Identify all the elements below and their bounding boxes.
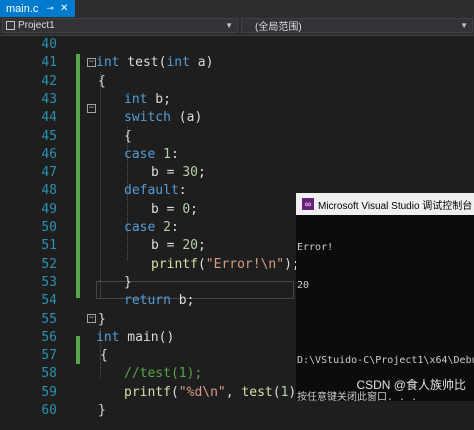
code-line-47: b = 30; [151, 165, 206, 181]
code-line-43: int b; [124, 91, 171, 107]
line-number: 60 [41, 403, 57, 418]
debug-console-window[interactable]: ∞ Microsoft Visual Studio 调试控制台 Error! 2… [296, 193, 474, 403]
code-line-53: } [124, 274, 132, 290]
close-icon[interactable]: ✕ [60, 3, 68, 14]
line-number: 56 [41, 329, 57, 345]
tab-main-c[interactable]: main.c ⊸ ✕ [0, 0, 75, 17]
line-number: 42 [41, 73, 57, 89]
scope-label: (全局范围) [255, 22, 302, 33]
project-icon [6, 21, 15, 30]
code-line-45: { [124, 128, 132, 144]
tab-title: main.c [6, 2, 39, 15]
code-line-60: } [98, 403, 106, 418]
line-number: 44 [41, 110, 57, 126]
collapse-icon[interactable]: − [87, 314, 96, 323]
code-line-42: { [98, 73, 106, 89]
chevron-down-icon: ▼ [460, 21, 468, 30]
line-number: 50 [41, 220, 57, 235]
line-number: 51 [41, 238, 57, 254]
line-number: 52 [41, 256, 57, 272]
code-line-48: default: [124, 183, 187, 199]
line-number: 41 [41, 55, 57, 71]
line-number: 40 [41, 37, 57, 52]
project-dropdown[interactable]: Project1 ▼ [2, 18, 238, 33]
line-number: 58 [41, 366, 57, 382]
watermark: CSDN @食人族帅比 [356, 378, 466, 392]
code-line-56: int main() [96, 329, 175, 345]
code-line-50: case 2: [124, 220, 179, 235]
console-output: Error! 20 D:\VStuido-C\Project1\x64\Debu… [296, 217, 474, 430]
project-label: Project1 [18, 20, 55, 31]
collapse-icon[interactable]: − [87, 58, 96, 67]
line-number: 48 [41, 183, 57, 199]
console-line: Error! [297, 242, 334, 253]
line-number: 54 [41, 293, 57, 309]
tab-bar: main.c ⊸ ✕ [0, 0, 474, 17]
code-line-54: return b; [124, 293, 195, 309]
line-number: 59 [41, 384, 57, 400]
change-indicator [76, 336, 80, 364]
pin-icon[interactable]: ⊸ [46, 3, 54, 14]
code-line-51: b = 20; [151, 238, 206, 254]
code-line-55: } [98, 311, 106, 327]
code-line-41: int test(int a) [96, 55, 214, 71]
code-line-57: { [100, 348, 108, 364]
change-indicator [76, 54, 80, 298]
line-number: 49 [41, 201, 57, 217]
line-number: 55 [41, 311, 57, 327]
code-line-49: b = 0; [151, 201, 198, 217]
console-title: Microsoft Visual Studio 调试控制台 [318, 200, 473, 212]
line-number: 45 [41, 128, 57, 144]
console-line: 按任意键关闭此窗口. . . [297, 392, 418, 403]
code-line-46: case 1: [124, 146, 179, 162]
navigation-bar: Project1 ▼ (全局范围) ▼ [0, 17, 474, 36]
code-line-59: printf("%d\n", test(1)); [124, 384, 312, 400]
console-line: 20 [297, 279, 310, 291]
visual-studio-icon: ∞ [302, 198, 314, 210]
line-number: 43 [41, 91, 57, 107]
line-number: 53 [41, 274, 57, 290]
line-number: 46 [41, 146, 57, 162]
code-line-52: printf("Error!\n"); [151, 256, 300, 272]
code-line-58: //test(1); [124, 366, 203, 382]
line-number: 47 [41, 165, 57, 181]
console-line: D:\VStuido-C\Project1\x64\Debug\P [297, 354, 474, 366]
indent-guide [100, 72, 101, 297]
scope-dropdown[interactable]: (全局范围) ▼ [241, 18, 473, 33]
line-number: 57 [41, 348, 57, 364]
chevron-down-icon: ▼ [225, 21, 233, 30]
collapse-icon[interactable]: − [87, 104, 96, 113]
code-line-44: switch (a) [124, 110, 203, 126]
console-title-bar[interactable]: ∞ Microsoft Visual Studio 调试控制台 [296, 193, 474, 215]
